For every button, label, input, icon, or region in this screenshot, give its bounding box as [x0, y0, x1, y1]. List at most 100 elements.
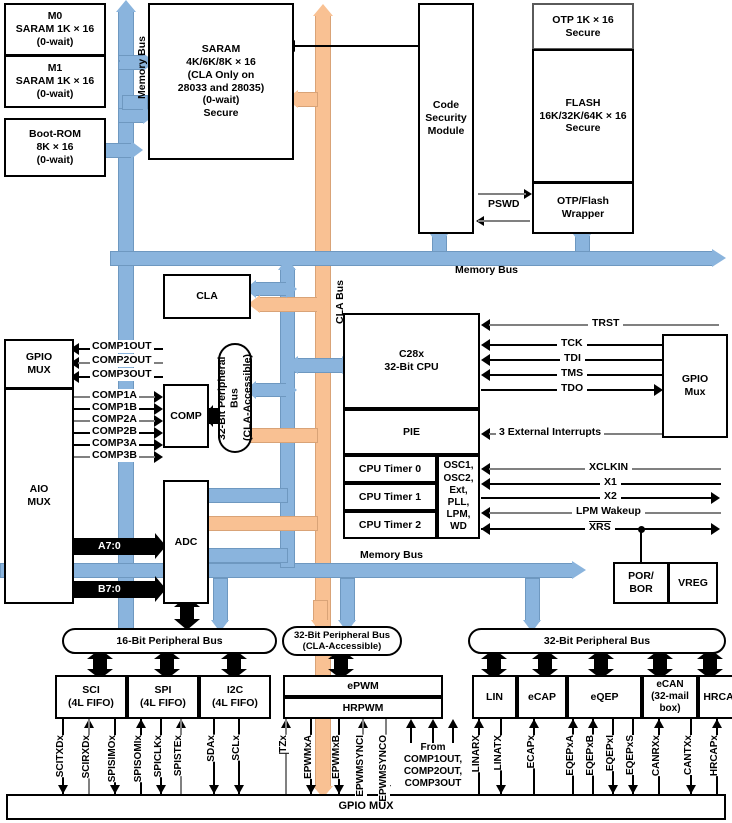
otp-block: OTP 1K × 16 Secure — [532, 3, 634, 50]
cpu-timer-0: CPU Timer 0 — [343, 455, 437, 483]
pie-block: PIE — [343, 409, 480, 455]
drop-to-32bit-cla-bus — [340, 578, 355, 622]
periphbus-memory-connector — [254, 383, 288, 397]
memory-block-m1: M1 SARAM 1K × 16 (0-wait) — [4, 55, 106, 108]
pin-label-eqepxa: EQEPxA — [565, 735, 577, 776]
pin-label-epwmxb: EPWMxB — [331, 735, 343, 779]
tdi-label: TDI — [560, 352, 585, 365]
cla-memory-arrowhead-r — [286, 280, 297, 298]
pin-label-tzx: TZx — [278, 735, 290, 754]
flash-block: FLASH 16K/32K/64K × 16 Secure — [532, 49, 634, 183]
comp2b-label: COMP2B — [90, 425, 139, 438]
pin-label-epwmsynci: EPWMSYNCI — [355, 735, 367, 797]
xrs-label: XRS — [585, 521, 615, 534]
bus-to-epwm-connector — [334, 656, 348, 670]
pin-label-eqepxi: EQEPxI — [605, 735, 617, 772]
from-comp-line-2 — [432, 727, 434, 743]
comp3a-label: COMP3A — [90, 437, 139, 450]
cpu-memory-bus-arrowhead — [278, 258, 296, 270]
gpio-mux-right: GPIO Mux — [662, 334, 728, 438]
pin-label-epwmxa: EPWMxA — [303, 735, 315, 779]
bus-to-hrcap-connector — [703, 656, 717, 670]
pin-label-linatx: LINATX — [493, 735, 505, 771]
pin-label-canrxx: CANRXx — [651, 735, 663, 777]
tck-label: TCK — [557, 337, 587, 350]
peripheral-lin: LIN — [472, 675, 517, 719]
comp1a-label: COMP1A — [90, 389, 139, 402]
comp1a-arrowhead — [154, 391, 163, 403]
cpu-timer-2: CPU Timer 2 — [343, 511, 437, 539]
lpm-wakeup-label: LPM Wakeup — [572, 505, 645, 518]
comp-block: COMP — [163, 384, 209, 448]
adc-to-16bit-bus — [180, 604, 194, 620]
cla-drop-to-32bit-bus — [313, 600, 328, 622]
comp2out-label: COMP2OUT — [90, 354, 154, 367]
pin-label-cantxx: CANTXx — [683, 735, 695, 776]
peripheral-hrpwm: HRPWM — [283, 697, 443, 719]
memory-bus-vertical-label: Memory Bus — [136, 35, 148, 99]
comp1out-label: COMP1OUT — [90, 340, 154, 353]
peripheral-eqep: eQEP — [567, 675, 642, 719]
bootrom-bus-arrowhead — [131, 141, 143, 159]
pswd-line-from-wrapper — [478, 220, 530, 222]
peripheral-ecan: eCAN (32-mail box) — [642, 675, 698, 719]
pin-label-scirxdx: SCIRXDx — [81, 735, 93, 779]
memory-block-m0: M0 SARAM 1K × 16 (0-wait) — [4, 3, 106, 56]
memory-bus-upper-label: Memory Bus — [455, 264, 519, 276]
cpu-bus-connector — [295, 358, 343, 373]
xrs-junction-dot — [638, 526, 645, 533]
comp1b-label: COMP1B — [90, 401, 139, 414]
cla-bus-to-cla-arrowhead-r — [317, 295, 329, 313]
m1-bus-connector — [118, 60, 120, 62]
cla-block: CLA — [163, 274, 251, 319]
cpu-core: C28x 32-Bit CPU — [343, 313, 480, 409]
block-diagram-canvas: Memory Bus CLA Bus Memory Bus Memory Bus — [0, 0, 732, 823]
comp2b-arrowhead — [154, 427, 163, 439]
xrs-drop-line — [640, 529, 642, 562]
bus-to-lin-connector — [487, 656, 501, 670]
memory-bus-vertical-arrowhead — [116, 0, 136, 12]
gpio-mux-left: GPIO MUX — [4, 339, 74, 389]
peripheral-spi: SPI (4L FIFO) — [127, 675, 199, 719]
osc-pll-wd-block: OSC1, OSC2, Ext, PLL, LPM, WD — [437, 455, 480, 539]
bootrom-bus-connector — [104, 143, 132, 158]
comp3out-label: COMP3OUT — [90, 368, 154, 381]
comp3b-arrowhead — [154, 451, 163, 463]
bus-to-eqep-connector — [594, 656, 608, 670]
por-bor-block: POR/ BOR — [613, 562, 669, 604]
pin-label-spisomix: SPISOMIx — [133, 735, 145, 783]
peripheral-bus-32: 32-Bit Peripheral Bus — [468, 628, 726, 654]
memory-bus-branch-csm-arrowhead — [430, 234, 448, 246]
cla-bus-arrowhead-top — [313, 4, 333, 16]
adc-bus-b-label: B7:0 — [98, 583, 121, 595]
pin-line-tzx — [285, 719, 287, 794]
tdo-label: TDO — [557, 382, 588, 395]
pin-label-spiclkx: SPICLKx — [153, 735, 165, 778]
peripheral-bus-16: 16-Bit Peripheral Bus — [62, 628, 277, 654]
peripheral-epwm: ePWM — [283, 675, 443, 697]
pin-label-hrcapx: HRCAPx — [709, 735, 721, 777]
gpio-mux-bottom: GPIO MUX — [6, 794, 726, 820]
peripheral-i2c: I2C (4L FIFO) — [199, 675, 271, 719]
xclkin-label: XCLKIN — [585, 461, 633, 474]
memory-block-saram: SARAM 4K/6K/8K × 16 (CLA Only on 28033 a… — [148, 3, 294, 160]
cla-bus-to-adc — [198, 516, 318, 531]
comp3b-label: COMP3B — [90, 449, 139, 462]
peripheral-bus-32-cla-vertical: 32-Bit Peripheral Bus (CLA-Accessible) — [216, 343, 253, 453]
adc-block: ADC — [163, 480, 209, 604]
cla-bus-to-periph — [248, 428, 318, 443]
comp2a-arrowhead — [154, 415, 163, 427]
memory-block-boot-rom: Boot-ROM 8K × 16 (0-wait) — [4, 118, 106, 177]
pin-label-spisimox: SPISIMOx — [107, 735, 119, 783]
memory-bus-lower-label: Memory Bus — [360, 549, 424, 561]
x2-line — [481, 497, 713, 499]
pswd-line-to-wrapper — [478, 193, 526, 195]
memory-bus-branch-flash-arrowhead — [573, 234, 591, 246]
pin-label-ecapx: ECAPx — [526, 735, 538, 769]
x2-label: X2 — [600, 490, 621, 503]
peripheral-bus-32-cla: 32-Bit Peripheral Bus (CLA-Accessible) — [282, 626, 402, 656]
peripheral-hrcap: HRCAP — [698, 675, 732, 719]
pin-label-text-tzx: TZx — [278, 735, 290, 754]
ext-interrupts-label: 3 External Interrupts — [496, 426, 605, 439]
pin-label-spistex: SPISTEx — [173, 735, 185, 777]
